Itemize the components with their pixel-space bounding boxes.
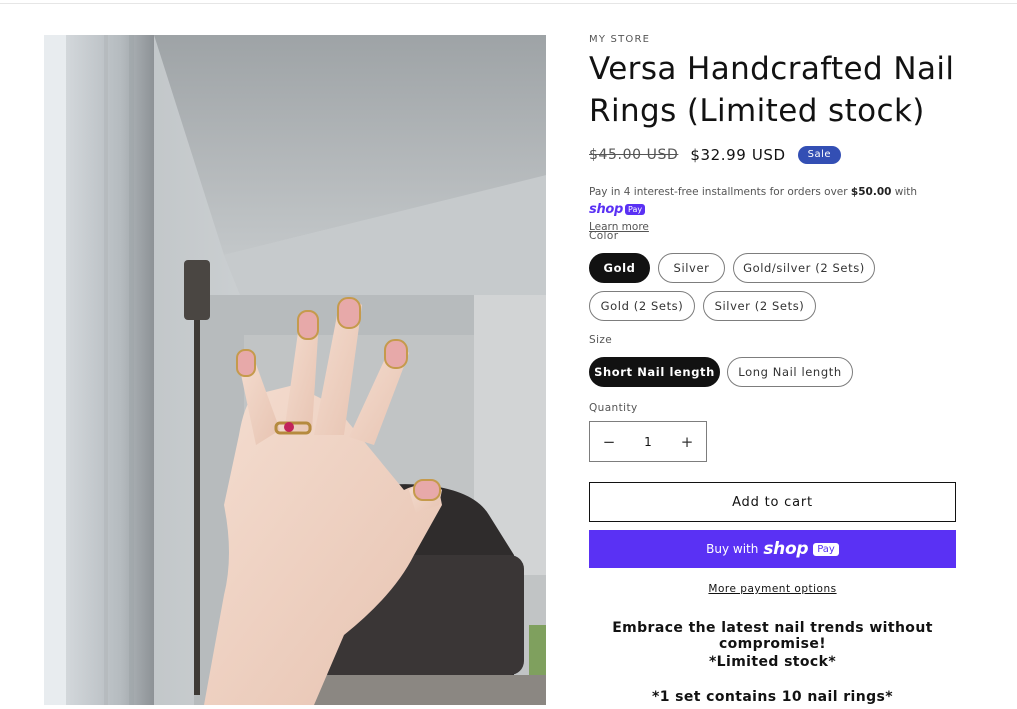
installments-text: Pay in 4 interest-free installments for … [589,186,848,198]
color-option-gold-2-sets[interactable]: Gold (2 Sets) [589,291,695,321]
quantity-stepper: − 1 + [589,421,707,462]
size-label: Size [589,334,613,346]
description-line: *1 set contains 10 nail rings* [652,689,893,705]
pay-chip: Pay [625,204,646,215]
sale-badge: Sale [797,146,842,164]
quantity-decrease-button[interactable]: − [590,422,628,461]
compare-at-price: $45.00 USD [589,147,679,163]
color-option-silver-2-sets[interactable]: Silver (2 Sets) [703,291,816,321]
description-line: *Limited stock* [708,654,837,670]
installments-with: with [894,186,918,198]
product-title: Versa Handcrafted Nail Rings (Limited st… [589,51,955,129]
buy-with-label: Buy with [706,542,759,556]
color-option-gold[interactable]: Gold [589,253,650,283]
shop-pay-logo: shop Pay [589,201,646,218]
more-payment-options-link[interactable]: More payment options [589,583,956,595]
header-divider [0,3,1017,4]
size-option-short[interactable]: Short Nail length [589,357,720,387]
pay-chip-button: Pay [813,542,839,556]
installments-threshold: $50.00 [850,186,892,198]
installments-message: Pay in 4 interest-free installments for … [589,184,959,236]
color-option-silver[interactable]: Silver [658,253,725,283]
description-line: Embrace the latest nail trends without c… [612,620,933,652]
color-option-gold-silver-2-sets[interactable]: Gold/silver (2 Sets) [733,253,875,283]
sale-price: $32.99 USD [690,146,786,164]
vendor-label[interactable]: MY STORE [589,34,650,45]
quantity-label: Quantity [589,402,638,414]
product-image[interactable] [44,35,546,705]
shop-wordmark: shop [589,202,624,217]
add-to-cart-button[interactable]: Add to cart [589,482,956,522]
size-option-long[interactable]: Long Nail length [727,357,853,387]
price-row: $45.00 USD $32.99 USD Sale [589,144,842,166]
quantity-input[interactable]: 1 [628,435,668,449]
color-label: Color [589,230,619,242]
quantity-increase-button[interactable]: + [668,422,706,461]
product-photo-illustration [44,35,546,705]
buy-with-shop-pay-button[interactable]: Buy with shop Pay [589,530,956,568]
shop-wordmark-button: shop [763,539,809,559]
